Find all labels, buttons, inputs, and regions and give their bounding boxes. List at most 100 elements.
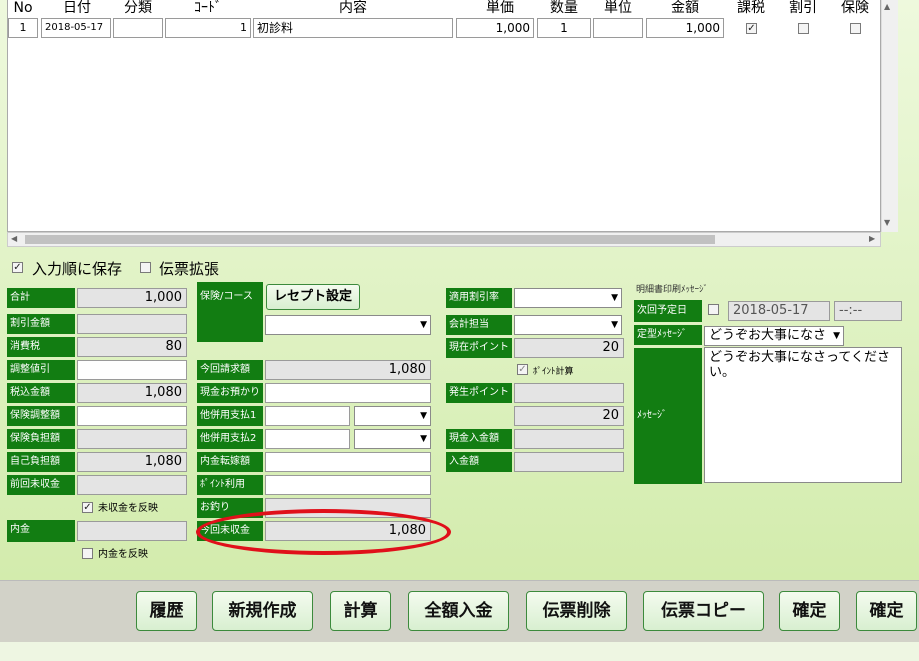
adjust-discount-label: 調整値引 — [7, 360, 75, 380]
fixed-message-select[interactable]: どうぞお大事になさ ▼ — [704, 326, 844, 346]
scroll-left-icon[interactable]: ◀ — [11, 234, 17, 243]
other-pay2-label: 他併用支払2 — [197, 429, 263, 449]
horizontal-scroll-thumb[interactable] — [25, 235, 715, 244]
row-insurance-checkbox[interactable] — [850, 23, 861, 34]
next-date-label: 次回予定日 — [634, 300, 702, 322]
other-pay1-label: 他併用支払1 — [197, 406, 263, 426]
total-value: 1,000 — [77, 288, 187, 308]
row-unit-price[interactable]: 1,000 — [456, 18, 534, 38]
col-header-no: No — [13, 0, 33, 16]
cash-in-value — [514, 429, 624, 449]
col-header-insurance: 保険 — [841, 0, 869, 16]
this-bill-label: 今回請求額 — [197, 360, 263, 380]
deposit-value — [77, 521, 187, 541]
earned-point-label: 発生ポイント — [446, 383, 512, 403]
bottom-strip — [0, 642, 919, 661]
confirm-button-1[interactable]: 確定 — [779, 591, 840, 631]
highlight-circle — [196, 509, 451, 555]
col-header-code: ｺｰﾄﾞ — [194, 0, 222, 16]
full-payment-button[interactable]: 全額入金 — [408, 591, 509, 631]
save-in-order-checkbox[interactable]: ✓ — [12, 262, 23, 273]
col-header-discount: 割引 — [789, 0, 817, 16]
dropdown-arrow-icon: ▼ — [420, 411, 427, 421]
scroll-right-icon[interactable]: ▶ — [869, 234, 875, 243]
ins-course-select[interactable]: ▼ — [265, 315, 431, 335]
row-quantity[interactable]: 1 — [537, 18, 591, 38]
dropdown-arrow-icon: ▼ — [611, 293, 618, 303]
row-category[interactable] — [113, 18, 163, 38]
history-button[interactable]: 履歴 — [136, 591, 197, 631]
col-header-unit: 単位 — [604, 0, 632, 16]
reflect-unpaid-checkbox[interactable]: ✓ — [82, 502, 93, 513]
slip-expand-label: 伝票拡張 — [159, 260, 220, 278]
ins-adjust-label: 保険調整額 — [7, 406, 75, 426]
reflect-deposit-checkbox[interactable] — [82, 548, 93, 559]
fixed-message-label: 定型ﾒｯｾｰｼﾞ — [634, 325, 702, 345]
point-use-input[interactable] — [265, 475, 431, 495]
self-burden-label: 自己負担額 — [7, 452, 75, 472]
reflect-deposit-label: 内金を反映 — [98, 549, 148, 560]
delete-slip-button[interactable]: 伝票削除 — [526, 591, 627, 631]
ins-adjust-input[interactable] — [77, 406, 187, 426]
col-header-unit-price: 単価 — [486, 0, 514, 16]
new-button[interactable]: 新規作成 — [212, 591, 313, 631]
next-date-field[interactable]: 2018-05-17 — [728, 301, 830, 321]
this-bill-value: 1,080 — [265, 360, 431, 380]
prev-unpaid-label: 前回未収金 — [7, 475, 75, 495]
adjust-discount-input[interactable] — [77, 360, 187, 380]
row-discount-checkbox[interactable] — [798, 23, 809, 34]
vertical-scrollbar[interactable] — [881, 0, 898, 232]
in-transfer-label: 内金転嫁額 — [197, 452, 263, 472]
col-header-quantity: 数量 — [550, 0, 578, 16]
row-unit[interactable] — [593, 18, 643, 38]
scroll-up-icon[interactable]: ▲ — [884, 2, 890, 11]
slip-expand-checkbox[interactable] — [140, 262, 151, 273]
scroll-down-icon[interactable]: ▼ — [884, 218, 890, 227]
calc-button[interactable]: 計算 — [330, 591, 391, 631]
dropdown-arrow-icon: ▼ — [833, 331, 840, 341]
message-section-title: 明細書印刷ﾒｯｾｰｼﾞ — [636, 285, 709, 295]
discount-rate-select[interactable]: ▼ — [514, 288, 622, 308]
discount-rate-label: 適用割引率 — [446, 288, 512, 308]
cash-received-input[interactable] — [265, 383, 431, 403]
in-amount-label: 入金額 — [446, 452, 512, 472]
next-date-checkbox[interactable] — [708, 304, 719, 315]
other-pay1-input[interactable] — [265, 406, 350, 426]
row-date[interactable]: 2018-05-17 — [41, 18, 111, 38]
row-amount[interactable]: 1,000 — [646, 18, 724, 38]
fixed-message-text: どうぞお大事になさ — [709, 328, 827, 343]
row-code[interactable]: 1 — [165, 18, 251, 38]
tax-included-label: 税込金額 — [7, 383, 75, 403]
ins-burden-label: 保険負担額 — [7, 429, 75, 449]
earned-point-field — [514, 383, 624, 403]
point-calc-checkbox[interactable]: ✓ — [517, 364, 528, 375]
col-header-amount: 金額 — [671, 0, 699, 16]
row-taxable-checkbox[interactable]: ✓ — [746, 23, 757, 34]
total-label: 合計 — [7, 288, 75, 308]
current-point-label: 現在ポイント — [446, 338, 512, 358]
tax-label: 消費税 — [7, 337, 75, 357]
cash-in-label: 現金入金額 — [446, 429, 512, 449]
row-content[interactable]: 初診料 — [253, 18, 453, 38]
message-textarea[interactable]: どうぞお大事になさってください。 — [704, 347, 902, 483]
prev-unpaid-value — [77, 475, 187, 495]
save-in-order-label: 入力順に保存 — [32, 260, 123, 278]
copy-slip-button[interactable]: 伝票コピー — [643, 591, 764, 631]
earned-point-value: 20 — [514, 406, 624, 426]
receipt-settings-button[interactable]: レセプト設定 — [266, 284, 360, 310]
in-transfer-input[interactable] — [265, 452, 431, 472]
other-pay2-select[interactable]: ▼ — [354, 429, 431, 449]
ins-course-label: 保険/コース — [197, 282, 263, 342]
staff-select[interactable]: ▼ — [514, 315, 622, 335]
other-pay2-input[interactable] — [265, 429, 350, 449]
confirm-button-2[interactable]: 確定 — [856, 591, 917, 631]
discount-amount-label: 割引金額 — [7, 314, 75, 334]
other-pay1-select[interactable]: ▼ — [354, 406, 431, 426]
next-time-field[interactable]: --:-- — [834, 301, 902, 321]
point-use-label: ﾎﾟｲﾝﾄ利用 — [197, 475, 263, 495]
reflect-unpaid-label: 未収金を反映 — [98, 503, 158, 514]
self-burden-value: 1,080 — [77, 452, 187, 472]
col-header-date: 日付 — [63, 0, 91, 16]
cash-received-label: 現金お預かり — [197, 383, 263, 403]
col-header-content: 内容 — [339, 0, 367, 16]
